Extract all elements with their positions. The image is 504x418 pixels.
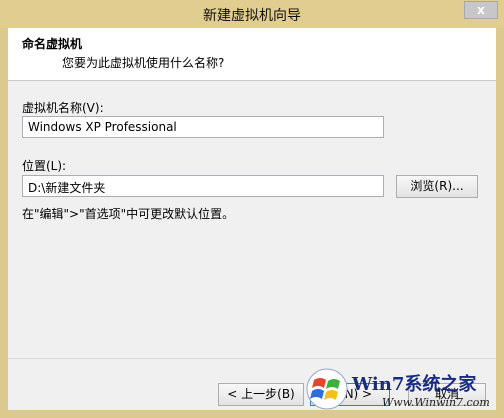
wizard-header: 命名虚拟机 您要为此虚拟机使用什么名称? bbox=[8, 28, 496, 81]
watermark-title: Win7系统之家 bbox=[352, 374, 477, 395]
title-bar[interactable]: 新建虚拟机向导 x bbox=[0, 0, 504, 28]
page-subtitle: 您要为此虚拟机使用什么名称? bbox=[62, 56, 225, 70]
wizard-window: 新建虚拟机向导 x 命名虚拟机 您要为此虚拟机使用什么名称? 虚拟机名称(V):… bbox=[0, 0, 504, 418]
location-hint: 在"编辑">"首选项"中可更改默认位置。 bbox=[22, 207, 235, 221]
footer-divider bbox=[8, 358, 496, 359]
close-button[interactable]: x bbox=[464, 1, 498, 19]
browse-button[interactable]: 浏览(R)... bbox=[396, 175, 478, 198]
wizard-body: 命名虚拟机 您要为此虚拟机使用什么名称? 虚拟机名称(V): Windows X… bbox=[8, 28, 496, 410]
site-watermark: Win7系统之家 Www.Winwin7.com bbox=[304, 366, 500, 414]
page-title: 命名虚拟机 bbox=[22, 37, 83, 51]
vm-name-label: 虚拟机名称(V): bbox=[22, 101, 104, 115]
location-label: 位置(L): bbox=[22, 159, 67, 173]
location-input[interactable]: D:\新建文件夹 bbox=[22, 175, 384, 197]
window-title: 新建虚拟机向导 bbox=[203, 8, 301, 24]
windows-logo-icon bbox=[306, 368, 348, 410]
vm-name-input[interactable]: Windows XP Professional bbox=[22, 116, 384, 138]
watermark-url: Www.Winwin7.com bbox=[382, 396, 490, 409]
back-button[interactable]: < 上一步(B) bbox=[218, 383, 304, 406]
